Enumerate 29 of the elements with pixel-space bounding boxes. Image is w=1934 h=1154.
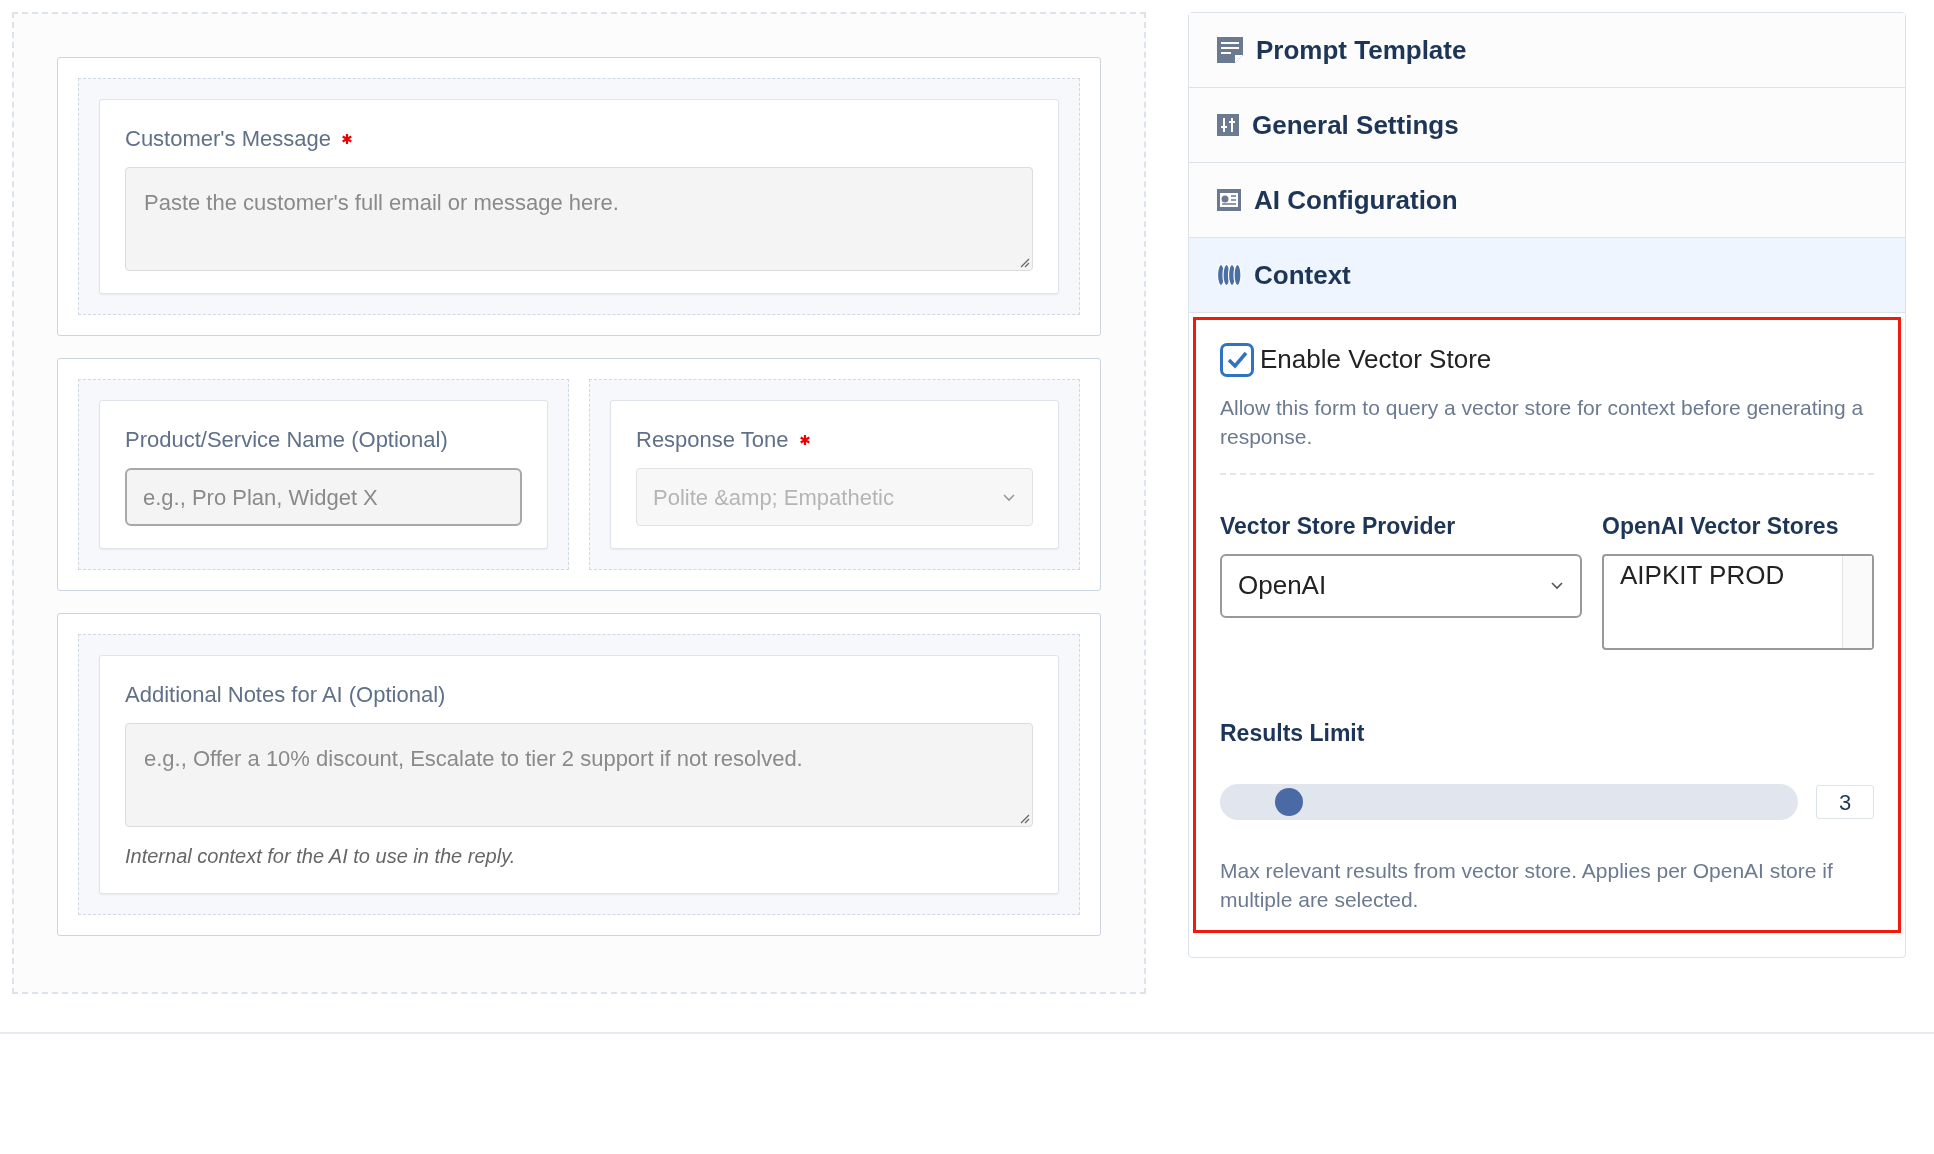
sliders-icon [1216, 113, 1240, 137]
help-text: Internal context for the AI to use in the reply. [125, 844, 517, 869]
slider-track[interactable] [1220, 784, 1798, 820]
field-label: Customer's Message [125, 125, 331, 153]
checkmark-icon [1226, 349, 1248, 370]
chevron-down-icon [1550, 581, 1564, 590]
vector-stores-listbox[interactable]: AIPKIT PROD [1602, 553, 1874, 650]
slider-thumb[interactable] [1275, 788, 1303, 816]
description-text: Allow this form to query a vector store for context before generating a response. [1220, 395, 1865, 450]
field-label: OpenAI Vector Stores [1602, 512, 1840, 541]
stacked-discs-icon [1216, 263, 1242, 287]
field-label: Vector Store Provider [1220, 512, 1457, 541]
note-icon [1216, 36, 1244, 64]
listbox-option[interactable]: AIPKIT PROD [1604, 555, 1842, 595]
accordion-header[interactable]: Prompt Template [1189, 13, 1905, 88]
field-label: Product/Service Name (Optional) [125, 426, 448, 454]
resize-handle-icon[interactable] [1018, 256, 1030, 268]
help-text: Max relevant results from vector store. Applies per OpenAI store if multiple are selected. [1220, 858, 1834, 913]
checkbox[interactable] [1220, 342, 1254, 377]
field-label: Results Limit [1220, 718, 1366, 748]
resize-handle-icon[interactable] [1018, 812, 1030, 824]
checkbox-label: Enable Vector Store [1260, 343, 1492, 376]
accordion-header[interactable]: Context [1189, 238, 1905, 313]
provider-select[interactable]: OpenAI [1220, 553, 1582, 618]
presentation-icon [1216, 188, 1242, 212]
chevron-down-icon [1002, 492, 1016, 502]
results-limit-value: 3 [1816, 785, 1874, 819]
field-label: Response Tone [636, 426, 789, 454]
field-label: Additional Notes for AI (Optional) [125, 681, 446, 709]
